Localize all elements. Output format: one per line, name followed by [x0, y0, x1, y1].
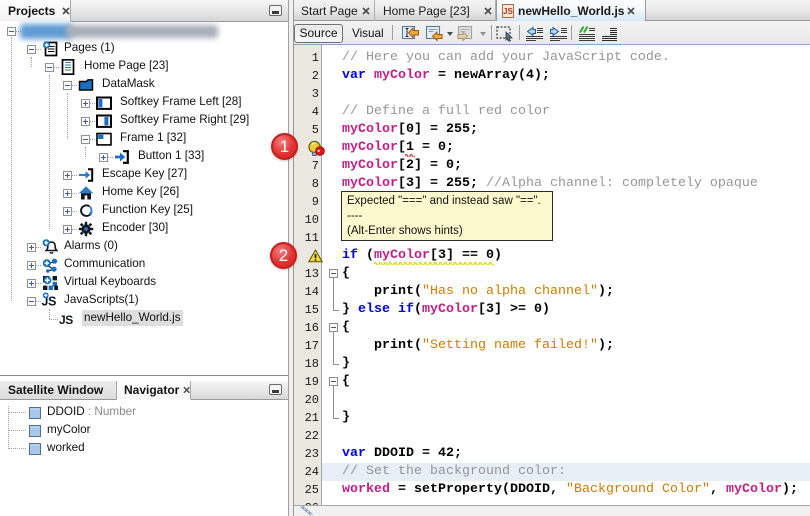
svg-text:JS: JS: [59, 313, 73, 327]
svg-text:JS: JS: [503, 7, 513, 16]
